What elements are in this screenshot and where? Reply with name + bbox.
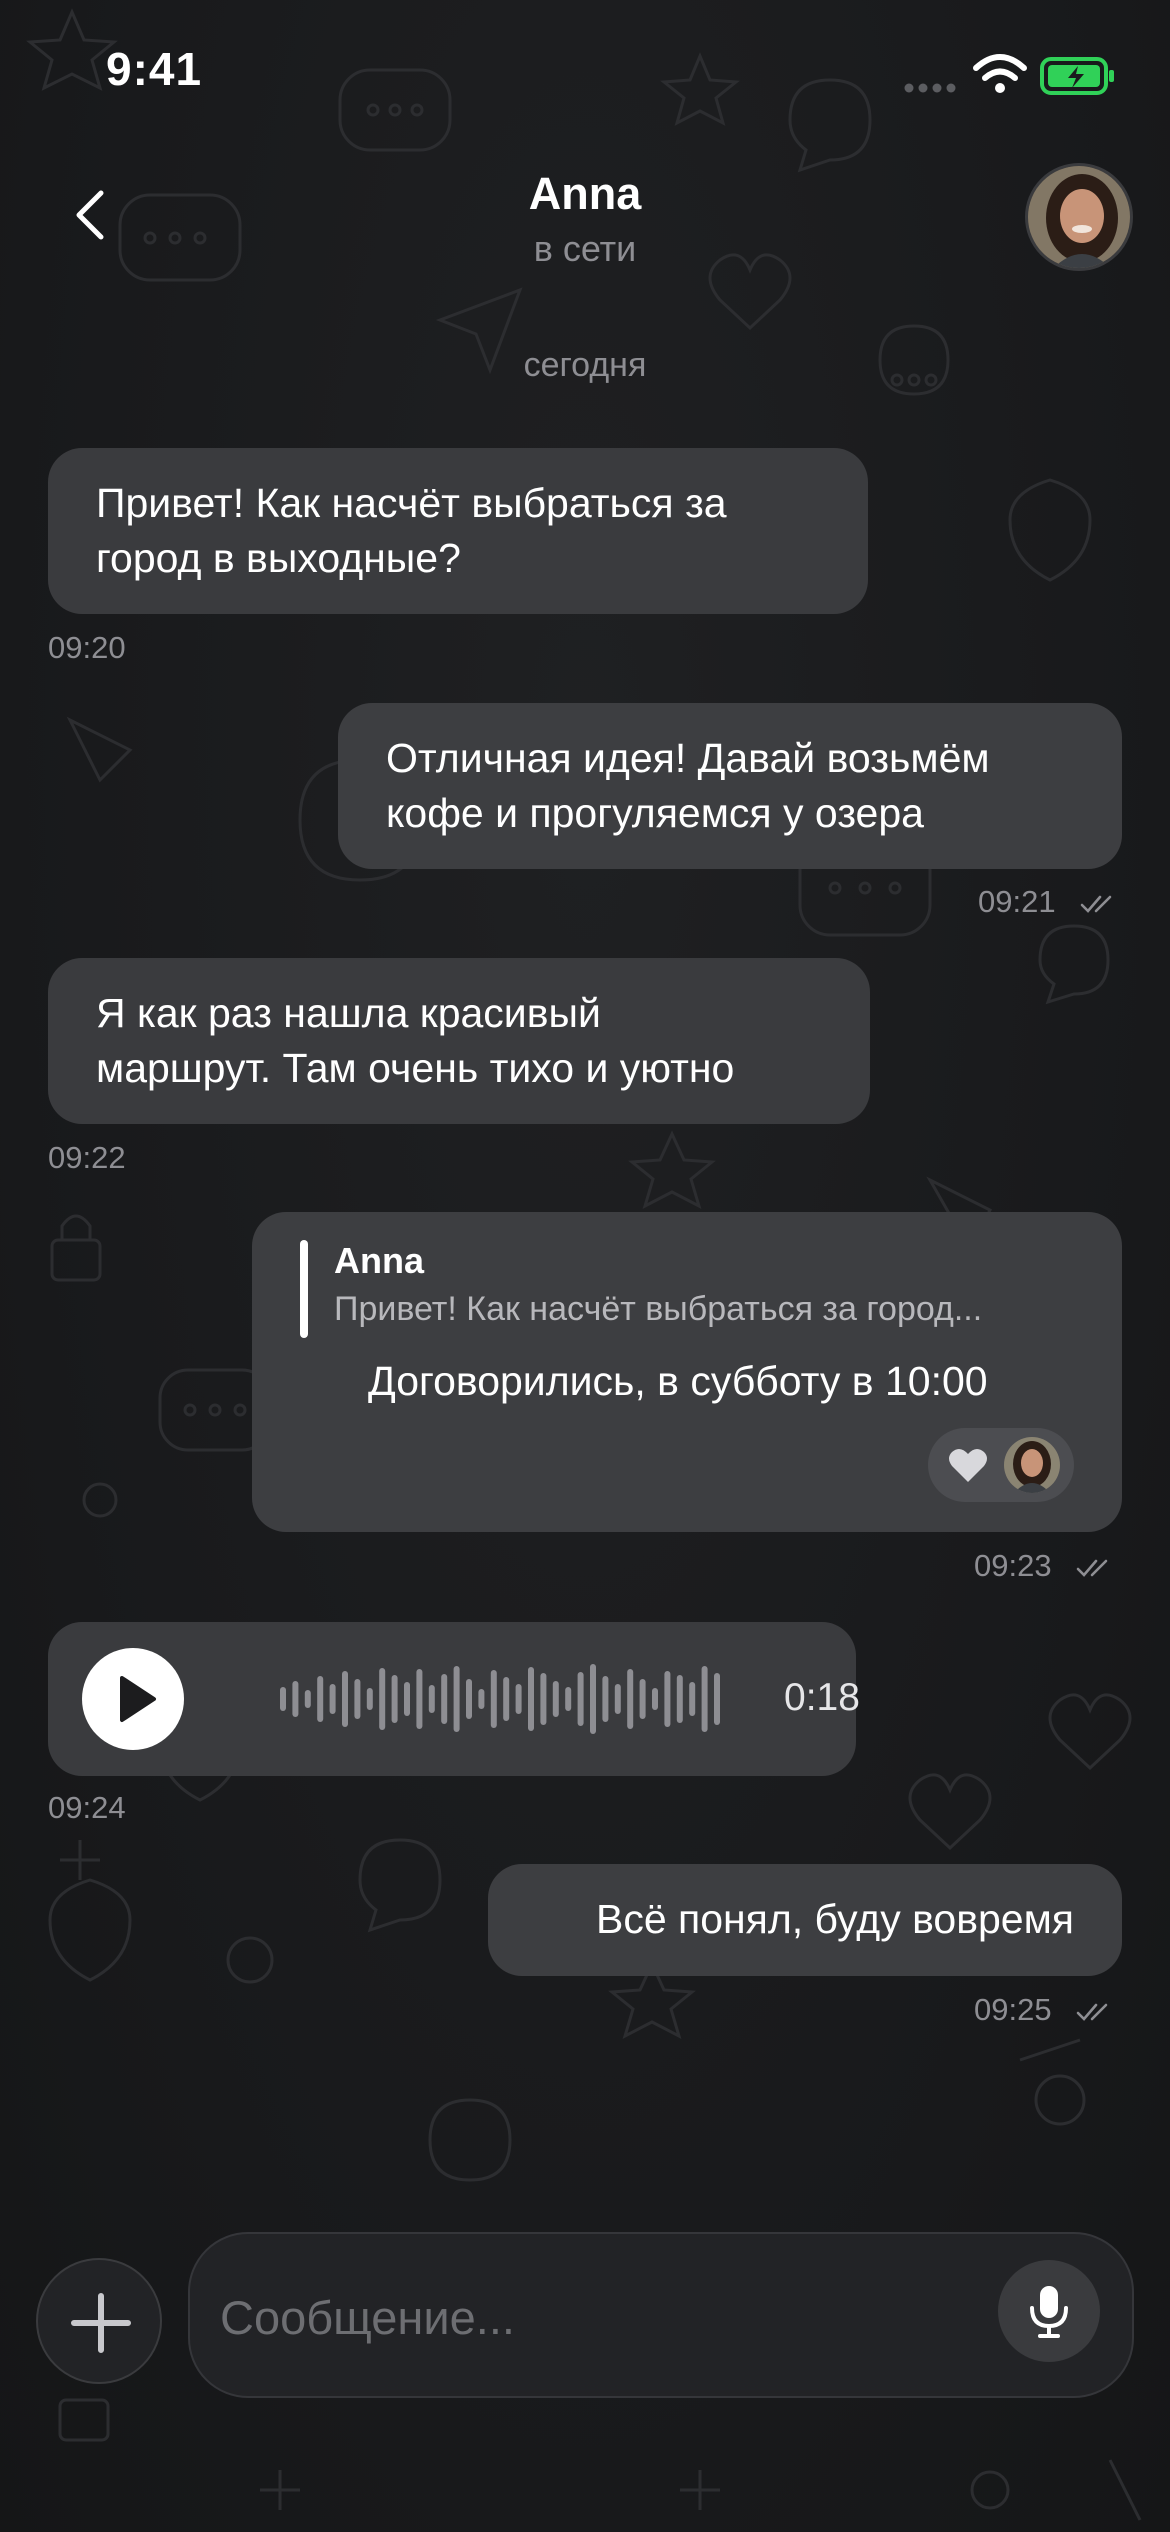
waveform-bar [590,1664,596,1734]
waveform-bar [528,1667,534,1731]
message-input[interactable] [220,2274,970,2360]
message-time-text: 09:21 [978,884,1056,919]
message-time-text: 09:24 [48,1790,126,1825]
message-reaction[interactable] [928,1428,1074,1502]
waveform-bar [614,1684,621,1714]
waveform-bar [354,1679,361,1719]
double-check-icon [1076,2003,1108,2021]
message-bubble-incoming[interactable]: Привет! Как насчёт выбраться за город в … [48,448,868,614]
waveform-bar [280,1687,286,1711]
message-text-line: Договорились, в субботу в 10:00 [368,1358,988,1404]
microphone-icon [1030,2286,1068,2338]
message-text-line: Всё понял, буду вовремя [595,1896,1074,1942]
contact-avatar[interactable] [1025,163,1133,271]
waveform-bar [540,1673,547,1725]
waveform-bar [441,1674,448,1724]
attach-button[interactable] [36,2258,162,2384]
waveform-bar [428,1685,435,1713]
message-bubble-incoming[interactable]: Я как раз нашла красивый маршрут. Там оч… [48,958,870,1124]
waveform-bar [404,1682,410,1716]
message-text-line: маршрут. Там очень тихо и уютно [96,1045,735,1091]
waveform-bar [515,1684,522,1714]
waveform-bar [689,1682,696,1716]
waveform-bar [366,1688,373,1710]
plus-icon [71,2293,131,2353]
message-composer [188,2232,1134,2398]
message-time: 09:22 [48,1140,126,1176]
waveform-bar [292,1681,299,1717]
waveform-bar [490,1670,497,1728]
voice-waveform[interactable] [280,1662,730,1736]
waveform-bar [602,1676,609,1722]
reply-quote-bar [300,1240,308,1338]
reply-quote-author[interactable]: Anna [334,1240,424,1282]
message-time-text: 09:25 [974,1992,1052,2027]
voice-record-button[interactable] [998,2260,1100,2362]
message-text-line: кофе и прогуляемся у озера [386,790,924,836]
waveform-bar [329,1684,336,1714]
reply-quote-text[interactable]: Привет! Как насчёт выбраться за город... [334,1290,982,1329]
waveform-bar [503,1677,510,1721]
play-button[interactable] [82,1648,184,1750]
waveform-bar [453,1666,460,1732]
waveform-bar [304,1690,311,1708]
message-bubble-outgoing[interactable]: Всё понял, буду вовремя [488,1864,1122,1976]
heart-icon [949,1448,987,1482]
waveform-bar [552,1681,559,1717]
signal-icon [904,83,956,93]
waveform-bar [577,1672,584,1726]
message-time-text: 09:20 [48,630,126,665]
waveform-bar [627,1669,634,1729]
waveform-bar [342,1671,348,1727]
double-check-icon [1076,1559,1108,1577]
voice-duration: 0:18 [784,1676,860,1719]
waveform-bar [652,1688,658,1710]
message-time-text: 09:22 [48,1140,126,1175]
waveform-bar [391,1675,398,1723]
voice-message[interactable]: 0:18 [48,1622,860,1776]
chat-screen: 9:41 Anna в сети сегодня Привет! Как нас… [0,0,1170,2532]
contact-status: в сети [533,228,637,269]
waveform-bar [317,1676,324,1722]
waveform-bar [379,1668,386,1730]
message-text-line: Привет! Как насчёт выбраться за [96,480,727,526]
date-separator: сегодня [523,346,647,384]
message-time: 09:21 [978,884,1118,920]
waveform-bar [565,1687,572,1711]
message-text-line: город в выходные? [96,535,461,581]
reaction-avatar [1004,1437,1060,1493]
message-time: 09:23 [974,1548,1114,1584]
status-bar: 9:41 [0,0,1170,150]
contact-name[interactable]: Anna [0,168,1170,220]
waveform-bar [478,1689,485,1709]
waveform-bar [416,1669,423,1729]
battery-charging-icon [1040,57,1114,95]
wifi-icon [973,54,1027,93]
message-time: 09:20 [48,630,126,666]
message-time: 09:24 [48,1790,126,1826]
message-text-line: Я как раз нашла красивый [96,990,601,1036]
message-time: 09:25 [974,1992,1114,2028]
message-bubble-outgoing[interactable]: Отличная идея! Давай возьмём кофе и прог… [338,703,1122,869]
waveform-bar [714,1673,720,1725]
status-time: 9:41 [106,43,203,95]
waveform-bar [676,1675,683,1723]
message-text-line: Отличная идея! Давай возьмём [386,735,990,781]
waveform-bar [701,1666,708,1732]
waveform-bar [466,1679,472,1719]
waveform-bar [664,1671,671,1727]
play-icon [120,1676,156,1722]
message-time-text: 09:23 [974,1548,1052,1583]
waveform-bar [639,1679,646,1719]
double-check-icon [1080,895,1112,913]
